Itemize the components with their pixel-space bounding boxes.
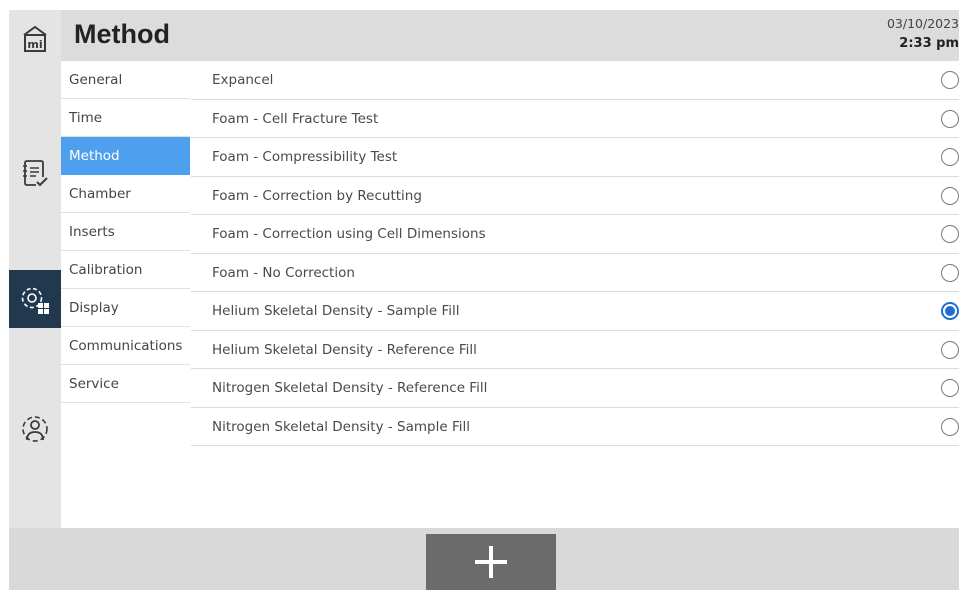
reports-button[interactable] (9, 148, 61, 198)
subnav-item-display[interactable]: Display (61, 289, 190, 327)
method-label: Foam - Compressibility Test (212, 149, 398, 165)
subnav-item-time[interactable]: Time (61, 99, 190, 137)
icon-rail: mi (9, 10, 61, 590)
date-display: 03/10/2023 (886, 16, 959, 31)
configuration-button[interactable] (9, 270, 61, 328)
time-display: 2:33 pm (899, 36, 959, 51)
subnav-item-communications[interactable]: Communications (61, 327, 190, 365)
method-row[interactable]: Foam - Correction using Cell Dimensions (191, 215, 959, 254)
method-label: Expancel (212, 72, 274, 88)
method-label: Foam - Correction using Cell Dimensions (212, 226, 486, 242)
footer-bar (9, 528, 959, 590)
user-settings-button[interactable] (9, 405, 61, 455)
method-radio[interactable] (941, 71, 959, 89)
method-radio[interactable] (941, 263, 959, 282)
method-label: Foam - No Correction (212, 264, 355, 281)
svg-text:mi: mi (27, 38, 42, 51)
add-method-button[interactable] (426, 534, 556, 590)
method-label: Helium Skeletal Density - Reference Fill (212, 341, 477, 358)
method-radio[interactable] (941, 148, 959, 166)
subnav-item-chamber[interactable]: Chamber (61, 175, 190, 213)
document-check-icon (23, 160, 48, 187)
method-row[interactable]: Helium Skeletal Density - Sample Fill (191, 292, 959, 331)
method-row[interactable]: Foam - No Correction (191, 254, 959, 292)
method-row[interactable]: Nitrogen Skeletal Density - Sample Fill (191, 408, 959, 446)
method-radio[interactable] (941, 186, 959, 205)
method-label: Foam - Cell Fracture Test (212, 110, 379, 127)
method-row[interactable]: Foam - Correction by Recutting (191, 177, 959, 215)
method-radio[interactable] (941, 417, 959, 436)
method-radio-selected[interactable] (941, 302, 959, 320)
method-label: Foam - Correction by Recutting (212, 187, 422, 204)
home-mi-icon: mi (23, 25, 47, 52)
subnav-item-service[interactable]: Service (61, 365, 190, 403)
method-label: Nitrogen Skeletal Density - Reference Fi… (212, 380, 488, 396)
subnav-item-general[interactable]: General (61, 61, 190, 99)
subnav-item-calibration[interactable]: Calibration (61, 251, 190, 289)
plus-icon (475, 546, 507, 578)
method-list: Expancel Foam - Cell Fracture Test Foam … (191, 61, 959, 446)
method-radio[interactable] (941, 379, 959, 397)
method-label: Helium Skeletal Density - Sample Fill (212, 303, 460, 319)
home-button[interactable]: mi (9, 16, 61, 62)
method-radio[interactable] (941, 109, 959, 128)
user-settings-icon (22, 416, 48, 442)
page-header: Method 03/10/2023 2:33 pm (61, 10, 959, 61)
method-row[interactable]: Nitrogen Skeletal Density - Reference Fi… (191, 369, 959, 408)
method-row[interactable]: Helium Skeletal Density - Reference Fill (191, 331, 959, 369)
method-row[interactable]: Foam - Compressibility Test (191, 138, 959, 177)
method-radio[interactable] (941, 225, 959, 243)
method-row[interactable]: Foam - Cell Fracture Test (191, 100, 959, 138)
method-radio[interactable] (941, 340, 959, 359)
subnav-item-inserts[interactable]: Inserts (61, 213, 190, 251)
method-label: Nitrogen Skeletal Density - Sample Fill (212, 418, 470, 435)
settings-subnav: General Time Method Chamber Inserts Cali… (61, 61, 190, 403)
page-title: Method (74, 19, 170, 49)
subnav-item-method[interactable]: Method (61, 137, 190, 175)
method-row[interactable]: Expancel (191, 61, 959, 100)
settings-grid-icon (21, 287, 49, 314)
